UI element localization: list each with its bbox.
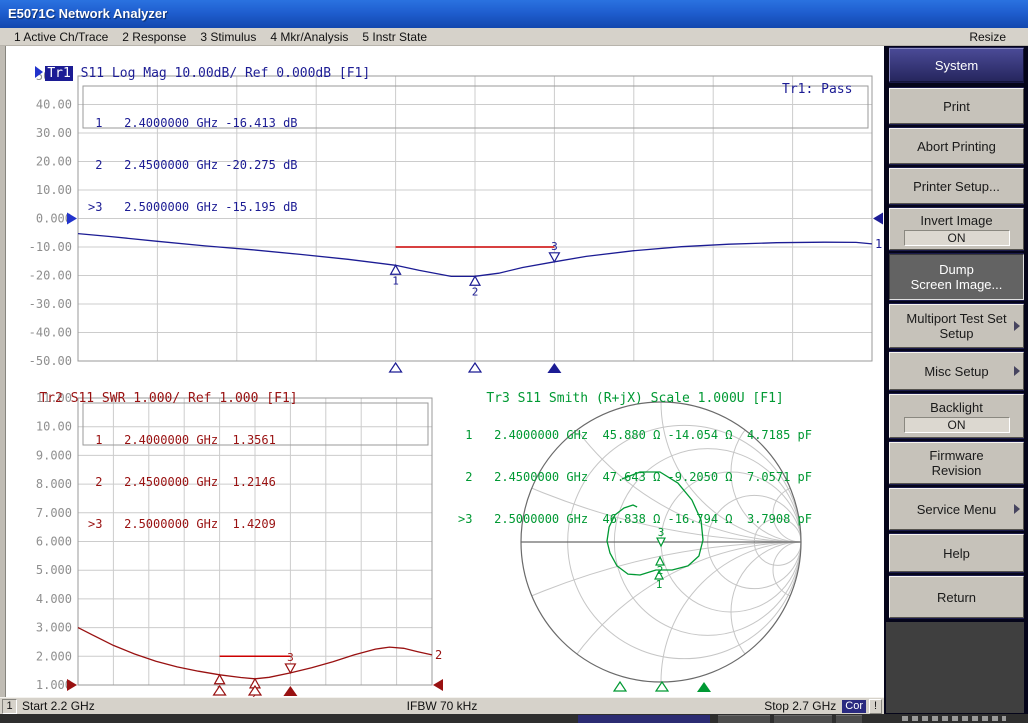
tr1-marker-table: 1 2.4000000 GHz -16.413 dB 2 2.4500000 G… [88,88,298,242]
tr3-marker-table: 1 2.4000000 GHz 45.880 Ω -14.054 Ω 4.718… [458,400,812,554]
submenu-arrow-icon [1014,366,1020,376]
tr2-badge: Tr2 [39,391,62,406]
taskbar-item [836,715,862,723]
tr1-badge: Tr1 [45,66,72,81]
tr1-marker-row: >3 2.5000000 GHz -15.195 dB [88,200,298,214]
tr1-params: S11 Log Mag 10.00dB/ Ref 0.000dB [F1] [73,66,370,81]
taskbar-item [718,715,770,723]
taskbar-strip [0,714,1028,723]
submenu-arrow-icon [1014,504,1020,514]
channel-number-box: 1 [2,699,17,714]
print-button[interactable]: Print [889,88,1024,124]
menu-response[interactable]: 2 Response [122,30,186,44]
menu-resize[interactable]: Resize [969,30,1006,44]
help-button[interactable]: Help [889,534,1024,572]
tr2-header[interactable]: Tr2 S11 SWR 1.000/ Ref 1.000 [F1] [8,378,298,392]
correction-status-badge: Cor [842,700,866,713]
softkey-sidebar: System Print Abort Printing Printer Setu… [884,46,1028,714]
tr1-marker-row: 2 2.4500000 GHz -20.275 dB [88,158,298,172]
menu-bar: 1 Active Ch/Trace 2 Response 3 Stimulus … [0,28,1028,46]
printer-setup-button[interactable]: Printer Setup... [889,168,1024,204]
tr3-marker-row: 1 2.4000000 GHz 45.880 Ω -14.054 Ω 4.718… [458,428,812,442]
tr2-marker-row: >3 2.5000000 GHz 1.4209 [88,517,276,531]
start-frequency: Start 2.2 GHz [22,699,95,713]
submenu-arrow-icon [1014,321,1020,331]
menu-instr-state[interactable]: 5 Instr State [362,30,427,44]
tr3-header[interactable]: Tr3 S11 Smith (R+jX) Scale 1.000U [F1] [455,378,784,392]
firmware-revision-button[interactable]: Firmware Revision [889,442,1024,484]
tr2-marker-row: 2 2.4500000 GHz 1.2146 [88,475,276,489]
sidebar-empty-area [886,622,1024,713]
ifbw-readout: IFBW 70 kHz [407,699,478,713]
menu-stimulus[interactable]: 3 Stimulus [200,30,256,44]
return-button[interactable]: Return [889,576,1024,618]
backlight-toggle[interactable]: Backlight ON [889,394,1024,438]
misc-setup-button[interactable]: Misc Setup [889,352,1024,390]
tr3-marker-row: >3 2.5000000 GHz 46.838 Ω -16.794 Ω 3.79… [458,512,812,526]
service-menu-button[interactable]: Service Menu [889,488,1024,530]
alert-indicator: ! [869,699,882,714]
active-trace-arrow-icon [35,66,43,78]
stop-frequency: Stop 2.7 GHz [764,699,836,713]
abort-printing-button[interactable]: Abort Printing [889,128,1024,164]
multiport-test-set-setup-button[interactable]: Multiport Test Set Setup [889,304,1024,348]
tr2-marker-row: 1 2.4000000 GHz 1.3561 [88,433,276,447]
tr1-header[interactable]: Tr1 S11 Log Mag 10.00dB/ Ref 0.000dB [F1… [4,52,370,66]
tr2-params: S11 SWR 1.000/ Ref 1.000 [F1] [63,391,298,406]
backlight-state: ON [904,417,1010,433]
tr2-marker-table: 1 2.4000000 GHz 1.3561 2 2.4500000 GHz 1… [88,405,276,559]
invert-image-state: ON [904,230,1010,246]
tr3-marker-row: 2 2.4500000 GHz 47.643 Ω -9.2050 Ω 7.057… [458,470,812,484]
invert-image-toggle[interactable]: Invert Image ON [889,208,1024,250]
tr1-marker-row: 1 2.4000000 GHz -16.413 dB [88,116,298,130]
dump-screen-image-button[interactable]: Dump Screen Image... [889,254,1024,300]
title-bar: E5071C Network Analyzer [0,0,1028,28]
menu-active-ch-trace[interactable]: 1 Active Ch/Trace [14,30,108,44]
instrument-screen: E5071C Network Analyzer 1 Active Ch/Trac… [0,0,1028,723]
window-title: E5071C Network Analyzer [8,6,167,21]
taskbar-clock [902,716,1006,721]
menu-mkr-analysis[interactable]: 4 Mkr/Analysis [270,30,348,44]
taskbar-item [774,715,832,723]
taskbar-item [578,715,710,723]
softkey-menu-title-system: System [889,48,1024,82]
status-bar: 1 Start 2.2 GHz IFBW 70 kHz Stop 2.7 GHz… [0,697,884,714]
tr1-limit-status: Tr1: Pass [782,82,852,97]
